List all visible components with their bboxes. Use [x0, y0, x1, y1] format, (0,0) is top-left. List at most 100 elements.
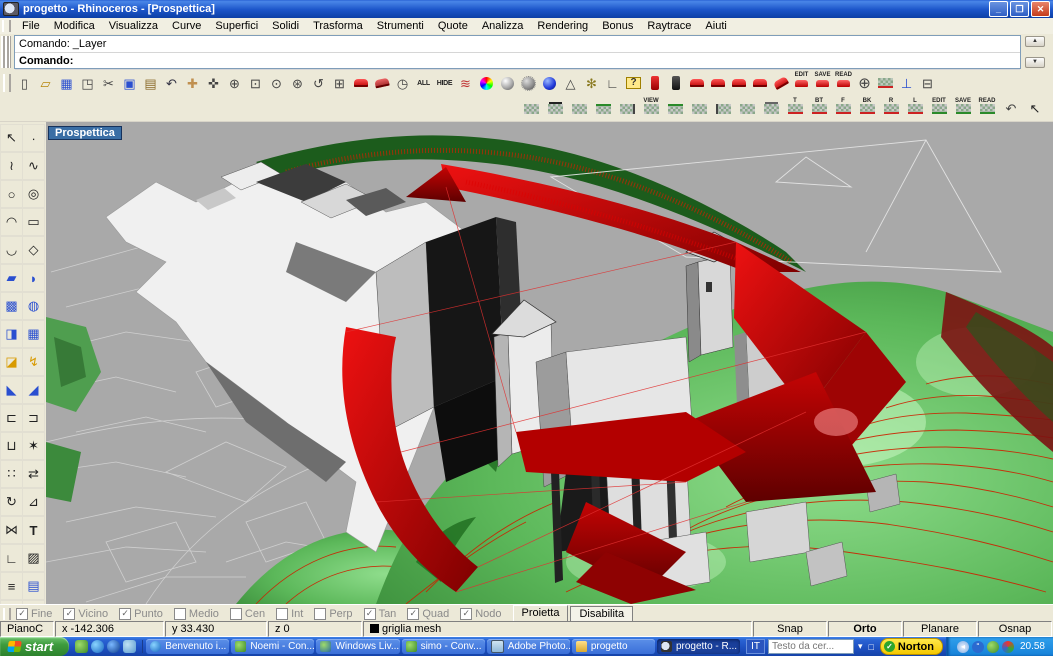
car-spin-icon[interactable]: [770, 72, 791, 94]
quicklaunch-ie-icon[interactable]: [91, 640, 104, 653]
cplane-select-icon[interactable]: ↖: [1023, 98, 1047, 120]
cplane-cell[interactable]: PianoC: [0, 621, 54, 637]
render-sphere-blue-icon[interactable]: [539, 72, 560, 94]
task-button[interactable]: Noemi - Con...: [231, 639, 314, 654]
osnap-checkbox[interactable]: Vicino: [63, 608, 108, 620]
viewport-layout-icon[interactable]: ⊞: [329, 72, 350, 94]
solid-box-icon[interactable]: ▩: [0, 292, 23, 320]
cplane-vertical-icon[interactable]: [591, 98, 615, 120]
osnap-checkbox[interactable]: Punto: [119, 608, 163, 620]
close-button[interactable]: ✕: [1031, 1, 1050, 17]
cplane-axis-icon[interactable]: ⊥: [896, 72, 917, 94]
polygon-icon[interactable]: ◇: [22, 236, 45, 264]
menu-item[interactable]: Rendering: [530, 19, 595, 33]
cplane-surface-icon[interactable]: [687, 98, 711, 120]
spotlight-icon[interactable]: △: [560, 72, 581, 94]
select-arrow-icon[interactable]: ↖: [0, 124, 23, 152]
cplane-save-icon[interactable]: SAVE: [951, 98, 975, 120]
extrude-icon[interactable]: ◨: [0, 320, 23, 348]
solid-sphere-icon[interactable]: ◍: [22, 292, 45, 320]
viewport-3d-scene[interactable]: [46, 122, 1053, 604]
layer-cell[interactable]: griglia mesh: [363, 621, 752, 637]
cplane-3pt-icon[interactable]: [567, 98, 591, 120]
status-pane[interactable]: Planare: [903, 621, 977, 637]
edit-surface-icon[interactable]: ◪: [0, 348, 23, 376]
task-button[interactable]: Benvenuto i...: [146, 639, 229, 654]
cplane-view-icon[interactable]: VIEW: [639, 98, 663, 120]
osnap-checkbox[interactable]: Cen: [230, 608, 265, 620]
osnap-checkbox[interactable]: Nodo: [460, 608, 501, 620]
orient-car-icon[interactable]: [371, 72, 392, 94]
language-indicator[interactable]: IT: [746, 639, 765, 654]
osnap-checkbox[interactable]: Perp: [314, 608, 352, 620]
zoom-selected-icon[interactable]: ⊙: [266, 72, 287, 94]
menu-item[interactable]: Quote: [431, 19, 475, 33]
task-button[interactable]: progetto: [572, 639, 655, 654]
hide-icon[interactable]: HIDE: [434, 72, 455, 94]
quicklaunch-msn-icon[interactable]: [75, 640, 88, 653]
analyze-dial-icon[interactable]: ◷: [392, 72, 413, 94]
menu-item[interactable]: File: [15, 19, 47, 33]
quicklaunch-mediaplayer-icon[interactable]: [107, 640, 120, 653]
surface-revolve-icon[interactable]: ◗: [22, 264, 45, 292]
menu-item[interactable]: Solidi: [265, 19, 306, 33]
status-pane[interactable]: Osnap: [978, 621, 1052, 637]
options-gear-icon[interactable]: ✻: [581, 72, 602, 94]
show-all-icon[interactable]: ALL: [413, 72, 434, 94]
menu-item[interactable]: Modifica: [47, 19, 102, 33]
car-1-icon[interactable]: [686, 72, 707, 94]
cplane-undo-icon[interactable]: ↶: [999, 98, 1023, 120]
task-button[interactable]: Adobe Photo...: [487, 639, 570, 654]
task-button[interactable]: progetto - R...: [657, 639, 740, 654]
cplane-back-icon[interactable]: BK: [855, 98, 879, 120]
tray-hidden-icons-icon[interactable]: ◂: [957, 641, 969, 653]
viewport-split-icon[interactable]: ⊟: [917, 72, 938, 94]
checkbox-icon[interactable]: [119, 608, 131, 620]
export-icon[interactable]: ◳: [77, 72, 98, 94]
move-car-icon[interactable]: [350, 72, 371, 94]
cplane-z-icon[interactable]: [543, 98, 567, 120]
checkbox-icon[interactable]: [16, 608, 28, 620]
mirror-icon[interactable]: ⋈: [0, 516, 23, 544]
zoom-in-icon[interactable]: ⊕: [224, 72, 245, 94]
cplane-left-icon[interactable]: L: [903, 98, 927, 120]
move-icon[interactable]: ⇄: [22, 460, 45, 488]
arc-icon[interactable]: ◠: [0, 208, 23, 236]
scale-icon[interactable]: ⊿: [22, 488, 45, 516]
cut-icon[interactable]: ✂: [98, 72, 119, 94]
checkbox-icon[interactable]: [364, 608, 376, 620]
cplane-offset-icon[interactable]: [735, 98, 759, 120]
status-pane[interactable]: Snap: [753, 621, 827, 637]
zoom-window-icon[interactable]: ⊡: [245, 72, 266, 94]
viewport-label[interactable]: Prospettica: [48, 126, 122, 140]
cplane-right-icon[interactable]: R: [879, 98, 903, 120]
render-sphere-gray-icon[interactable]: [497, 72, 518, 94]
cplane-rotate-icon[interactable]: [615, 98, 639, 120]
checkbox-icon[interactable]: [63, 608, 75, 620]
tray-messenger-icon[interactable]: [987, 641, 999, 653]
cplane-bottom-icon[interactable]: BT: [807, 98, 831, 120]
rotate-icon[interactable]: ↻: [0, 488, 23, 516]
cplane-curve-icon[interactable]: [663, 98, 687, 120]
open-folder-icon[interactable]: ▱: [35, 72, 56, 94]
search-input[interactable]: Testo da cer...: [768, 639, 854, 654]
undo-icon[interactable]: ↶: [161, 72, 182, 94]
car-4-icon[interactable]: [749, 72, 770, 94]
split-icon[interactable]: ⊐: [22, 404, 45, 432]
car-3-icon[interactable]: [728, 72, 749, 94]
battery-red-icon[interactable]: [644, 72, 665, 94]
search-dropdown-icon[interactable]: ▾: [856, 641, 865, 652]
car-2-icon[interactable]: [707, 72, 728, 94]
read-car-icon[interactable]: READ: [833, 72, 854, 94]
fillet-icon[interactable]: ◣: [0, 376, 23, 404]
rectangle-icon[interactable]: ▭: [22, 208, 45, 236]
menu-item[interactable]: Trasforma: [306, 19, 370, 33]
norton-badge[interactable]: ✓ Norton: [880, 638, 943, 655]
circle-icon[interactable]: ○: [0, 180, 23, 208]
osnap-checkbox[interactable]: Quad: [407, 608, 449, 620]
edit-car-icon[interactable]: EDIT: [791, 72, 812, 94]
layers-icon[interactable]: ▤: [22, 572, 45, 600]
join-icon[interactable]: ⊔: [0, 432, 23, 460]
menu-item[interactable]: Raytrace: [640, 19, 698, 33]
cplane-edit-icon[interactable]: EDIT: [927, 98, 951, 120]
